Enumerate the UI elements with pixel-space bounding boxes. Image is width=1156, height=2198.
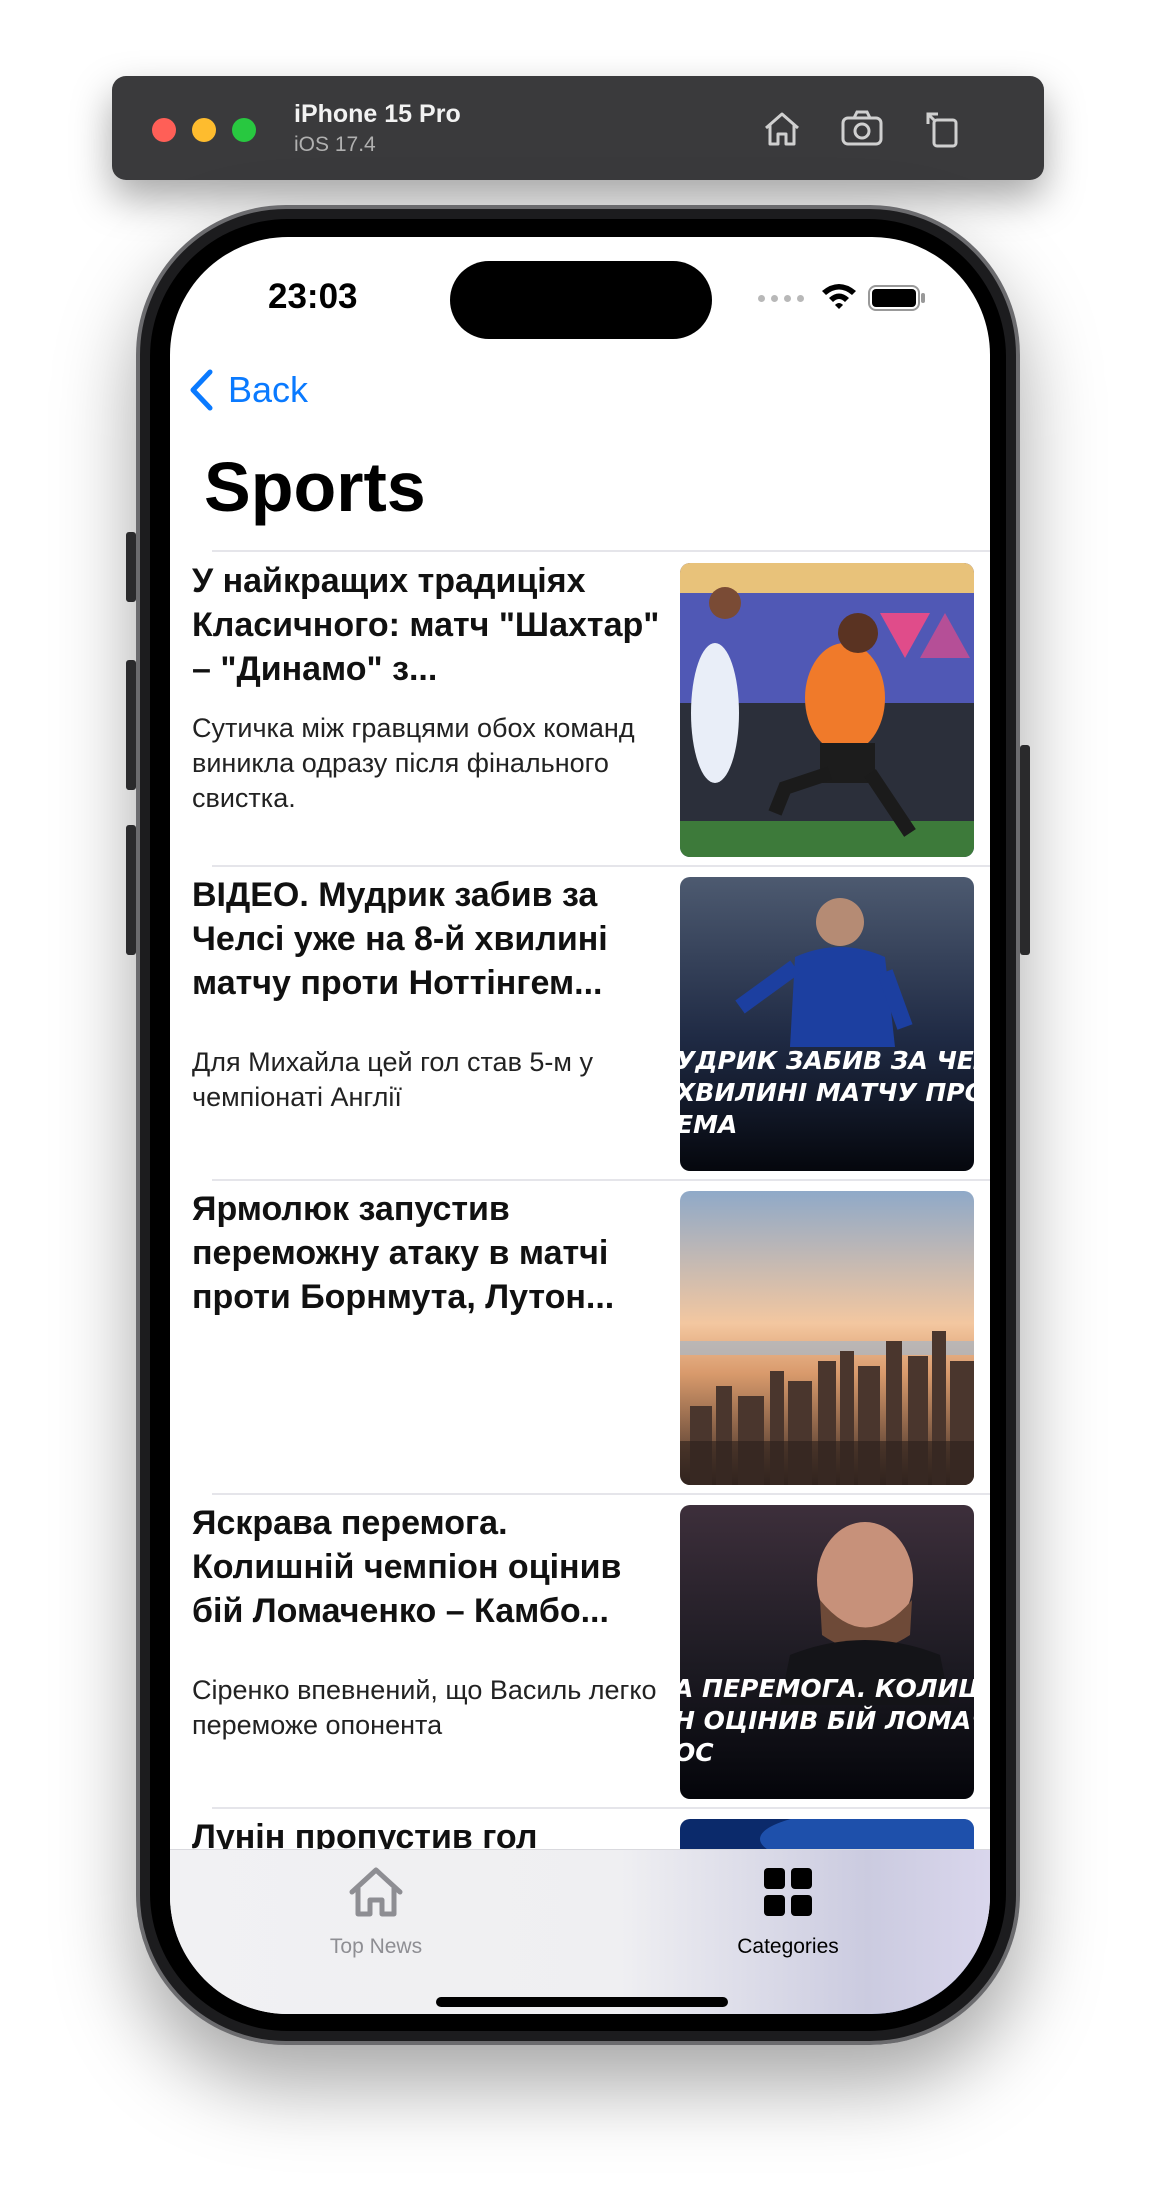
chevron-left-icon	[190, 369, 213, 411]
svg-text:ОС: ОС	[680, 1738, 714, 1767]
article-summary: Сіренко впевнений, що Василь легко перем…	[192, 1675, 657, 1740]
article-headline: Ярмолюк запустив переможну атаку в матчі…	[192, 1190, 615, 1316]
zoom-window-button[interactable]	[232, 118, 256, 142]
house-icon	[349, 1867, 403, 1917]
volume-down-button[interactable]	[126, 825, 136, 955]
grid-icon	[764, 1868, 812, 1916]
page-title: Sports	[204, 448, 426, 526]
article-row[interactable]: Ярмолюк запустив переможну атаку в матчі…	[170, 1181, 990, 1495]
tab-label: Top News	[329, 1935, 423, 1958]
os-version: iOS 17.4	[294, 133, 376, 156]
home-icon[interactable]	[758, 106, 806, 150]
status-time: 23:03	[268, 277, 358, 316]
article-thumbnail: УДРИК ЗАБИВ ЗА ЧЕЛ ХВИЛИНІ МАТЧУ ПРОТИ Е…	[680, 877, 974, 1171]
tab-bar: Top News Categories	[170, 1849, 990, 2014]
article-row[interactable]: Яскрава перемога. Колишній чемпіон оціни…	[170, 1495, 990, 1809]
home-indicator[interactable]	[436, 1997, 728, 2007]
action-button[interactable]	[126, 532, 136, 602]
article-thumbnail	[680, 563, 974, 857]
svg-text:ХВИЛИНІ МАТЧУ ПРОТИ: ХВИЛИНІ МАТЧУ ПРОТИ	[680, 1078, 974, 1107]
svg-text:ЕМА: ЕМА	[680, 1110, 737, 1139]
signal-dots-icon	[758, 295, 804, 302]
article-headline: Яскрава перемога. Колишній чемпіон оціни…	[192, 1504, 622, 1630]
article-row[interactable]: У найкращих традиціях Класичного: матч "…	[170, 553, 990, 867]
back-button[interactable]: Back	[188, 369, 308, 411]
battery-icon	[868, 285, 925, 311]
article-headline: ВІДЕО. Мудрик забив за Челсі уже на 8-й …	[192, 876, 608, 1002]
article-summary: Для Михайла цей гол став 5-м у чемпіонат…	[192, 1047, 593, 1112]
simulator-toolbar: iPhone 15 Pro iOS 17.4	[112, 76, 1044, 180]
article-thumbnail: А ПЕРЕМОГА. КОЛИШН Н ОЦІНИВ БІЙ ЛОМАЧЕ О…	[680, 1505, 974, 1799]
article-thumbnail	[680, 1191, 974, 1485]
divider	[212, 550, 990, 552]
thumbnail-overlay-text: УДРИК ЗАБИВ ЗА ЧЕЛ	[680, 1046, 974, 1075]
screenshot-icon[interactable]	[838, 106, 886, 150]
tab-label: Categories	[737, 1935, 839, 1958]
close-window-button[interactable]	[152, 118, 176, 142]
article-summary: Сутичка між гравцями обох команд виникла…	[192, 713, 635, 813]
article-list: У найкращих традиціях Класичного: матч "…	[170, 553, 990, 2014]
tab-categories[interactable]: Categories	[668, 1864, 908, 1959]
phone-screen: 23:03 Back Sports У найкращих традиціях …	[170, 237, 990, 2014]
wifi-icon	[822, 284, 856, 309]
power-button[interactable]	[1020, 745, 1030, 955]
dynamic-island	[450, 261, 712, 339]
back-label: Back	[228, 369, 309, 410]
minimize-window-button[interactable]	[192, 118, 216, 142]
volume-up-button[interactable]	[126, 660, 136, 790]
thumbnail-overlay-text: А ПЕРЕМОГА. КОЛИШН	[680, 1674, 974, 1703]
svg-text:Н ОЦІНИВ БІЙ ЛОМАЧЕ: Н ОЦІНИВ БІЙ ЛОМАЧЕ	[680, 1706, 974, 1735]
device-name: iPhone 15 Pro	[294, 100, 461, 128]
rotate-icon[interactable]	[918, 106, 966, 150]
article-headline: У найкращих традиціях Класичного: матч "…	[192, 562, 660, 688]
tab-top-news[interactable]: Top News	[256, 1864, 496, 1959]
article-row[interactable]: ВІДЕО. Мудрик забив за Челсі уже на 8-й …	[170, 867, 990, 1181]
